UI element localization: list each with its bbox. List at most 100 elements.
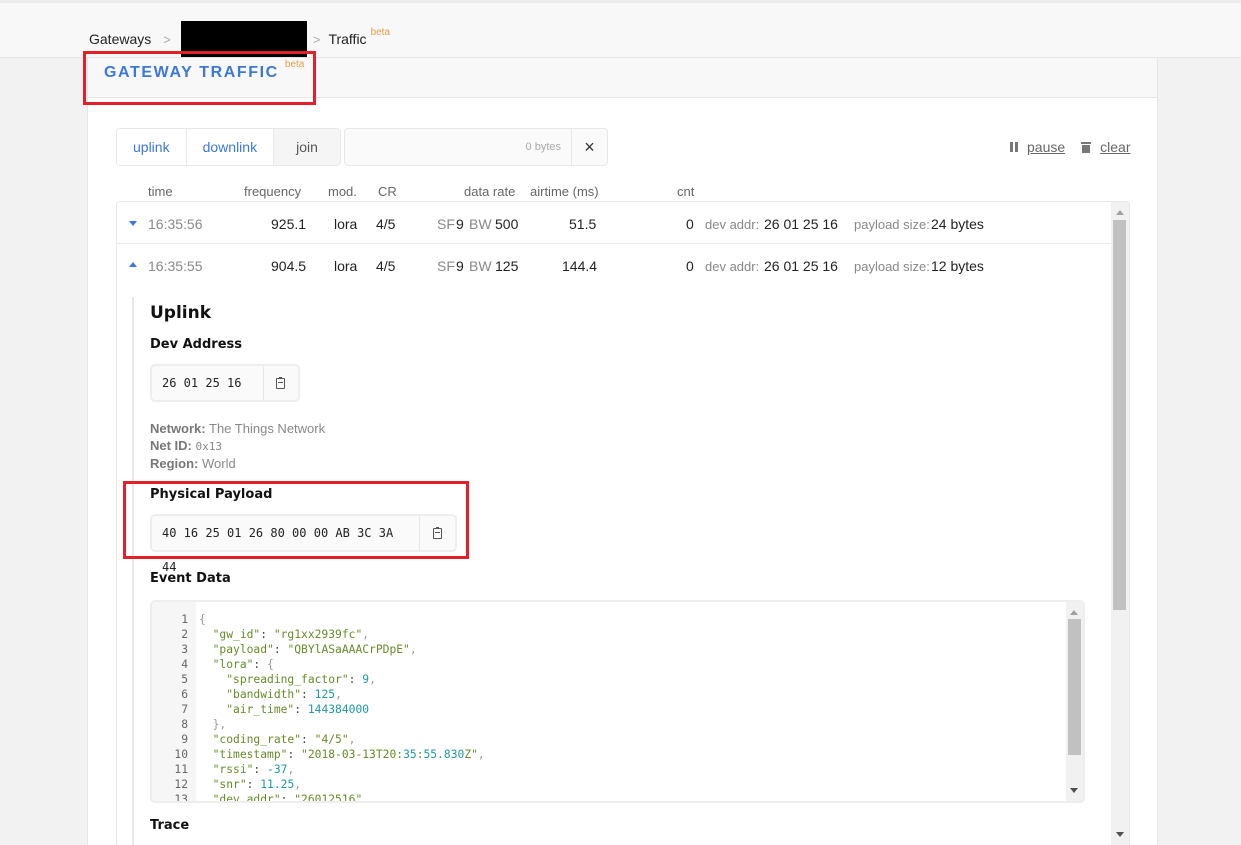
uplink-detail: Uplink Dev Address 26 01 25 16 Network: … — [132, 297, 1112, 845]
line-content: "timestamp": "2018-03-13T20:35:55.830Z", — [212, 748, 485, 761]
line-content: "air_time": 144384000 — [226, 703, 370, 716]
row-time: 16:35:56 — [148, 216, 203, 232]
traffic-row[interactable]: 16:35:56 925.1 lora 4/5 SF 9 BW 500 51.5… — [117, 202, 1113, 244]
trace-heading: Trace — [150, 818, 190, 833]
row-frequency: 925.1 — [271, 216, 307, 232]
beta-badge: beta — [370, 27, 391, 38]
code-line: 2 "gw_id": "rg1xx2939fc", — [152, 627, 485, 642]
chevron-right-icon: > — [312, 31, 321, 47]
row-airtime: 144.4 — [562, 258, 598, 274]
row-payload-size-label: payload size: — [854, 217, 930, 232]
line-number: 9 — [181, 733, 188, 746]
top-bar: Gateways > > Traffic beta — [0, 0, 1241, 58]
clear-button[interactable]: clear — [1081, 139, 1131, 155]
list-scrollbar[interactable] — [1111, 202, 1129, 845]
scroll-up-icon[interactable] — [1116, 210, 1124, 215]
scroll-down-icon[interactable] — [1116, 832, 1124, 837]
net-id-value: 0x13 — [195, 440, 223, 453]
filter-uplink-button[interactable]: uplink — [117, 129, 186, 165]
expand-arrow-icon[interactable] — [129, 221, 137, 226]
breadcrumb-gateways[interactable]: Gateways — [89, 31, 151, 47]
dev-address-value[interactable]: 26 01 25 16 — [152, 366, 263, 400]
scroll-down-icon[interactable] — [1070, 788, 1078, 793]
line-content: "rssi": -37, — [212, 763, 295, 776]
traffic-row-expanded[interactable]: 16:35:55 904.5 lora 4/5 SF 9 BW 125 144.… — [117, 244, 1113, 286]
line-content: "payload": "QBYlASaAAACrPDpE", — [212, 643, 417, 656]
clipboard-icon — [276, 376, 286, 389]
row-cr: 4/5 — [376, 216, 396, 232]
net-id-info: Net ID: 0x13 — [150, 438, 222, 453]
editor-scrollbar[interactable] — [1066, 602, 1083, 801]
code-line: 6 "bandwidth": 125, — [152, 687, 485, 702]
breadcrumb-traffic-label: Traffic — [328, 31, 367, 47]
row-time: 16:35:55 — [148, 258, 203, 274]
row-dev-addr: 26 01 25 16 — [764, 216, 838, 232]
row-dev-addr-label: dev addr: — [705, 259, 760, 274]
row-sf-label: SF — [437, 258, 455, 274]
row-cnt: 0 — [686, 258, 694, 274]
line-content: { — [199, 613, 206, 626]
column-header-mod: mod. — [328, 184, 357, 199]
network-info: Network: The Things Network — [150, 421, 325, 436]
row-frequency: 904.5 — [271, 258, 307, 274]
line-content: "gw_id": "rg1xx2939fc", — [212, 628, 370, 641]
row-payload-size-label: payload size: — [854, 259, 930, 274]
code-line: 8 }, — [152, 717, 485, 732]
code-line: 5 "spreading_factor": 9, — [152, 672, 485, 687]
code-line: 9 "coding_rate": "4/5", — [152, 732, 485, 747]
line-number: 10 — [174, 748, 188, 761]
filter-join-button[interactable]: join — [273, 129, 340, 165]
code-line: 3 "payload": "QBYlASaAAACrPDpE", — [152, 642, 485, 657]
scroll-thumb[interactable] — [1068, 619, 1081, 755]
event-data-code: 1{2 "gw_id": "rg1xx2939fc", 3 "payload": … — [152, 612, 485, 801]
row-bw: 500 — [495, 216, 519, 232]
network-value: The Things Network — [209, 421, 326, 436]
code-line: 1{ — [152, 612, 485, 627]
breadcrumb-traffic: Traffic beta — [328, 27, 390, 47]
column-header-airtime: airtime (ms) — [530, 184, 599, 199]
detail-title: Uplink — [150, 303, 212, 323]
line-content: "bandwidth": 125, — [226, 688, 342, 701]
column-header-frequency: frequency — [244, 184, 302, 199]
payload-filter-box: × — [344, 128, 608, 166]
dev-address-heading: Dev Address — [150, 337, 242, 352]
chevron-right-icon: > — [163, 31, 171, 47]
line-number: 7 — [181, 703, 188, 716]
clear-filter-button[interactable]: × — [571, 129, 607, 165]
pause-icon — [1010, 142, 1018, 152]
pause-label: pause — [1027, 139, 1066, 155]
network-label: Network: — [150, 421, 206, 436]
row-sf: 9 — [456, 258, 464, 274]
pause-button[interactable]: pause — [1010, 139, 1065, 155]
line-number: 12 — [174, 778, 188, 791]
code-line: 4 "lora": { — [152, 657, 485, 672]
row-bw: 125 — [495, 258, 519, 274]
code-line: 7 "air_time": 144384000 — [152, 702, 485, 717]
line-content: "snr": 11.25, — [212, 778, 302, 791]
row-cr: 4/5 — [376, 258, 396, 274]
row-payload-size: 24 bytes — [931, 216, 984, 232]
line-number: 5 — [181, 673, 188, 686]
payload-filter-input[interactable] — [345, 129, 571, 165]
column-header-cr: CR — [378, 184, 397, 199]
collapse-arrow-icon[interactable] — [129, 262, 137, 267]
line-number: 3 — [181, 643, 188, 656]
dev-address-field: 26 01 25 16 — [150, 364, 300, 402]
line-content: "spreading_factor": 9, — [226, 673, 376, 686]
net-id-label: Net ID: — [150, 438, 192, 453]
annotation-highlight-title — [83, 51, 316, 105]
copy-dev-address-button[interactable] — [262, 366, 298, 400]
scroll-thumb[interactable] — [1113, 220, 1126, 610]
scroll-up-icon[interactable] — [1070, 610, 1078, 615]
line-number: 2 — [181, 628, 188, 641]
row-sf: 9 — [456, 216, 464, 232]
column-header-data-rate: data rate — [464, 184, 516, 199]
filter-downlink-button[interactable]: downlink — [185, 129, 274, 165]
row-sf-label: SF — [437, 216, 455, 232]
row-mod: lora — [334, 216, 358, 232]
line-number: 6 — [181, 688, 188, 701]
code-line: 13 "dev_addr": "26012516" — [152, 792, 485, 801]
event-data-editor[interactable]: 1{2 "gw_id": "rg1xx2939fc", 3 "payload": … — [150, 600, 1085, 803]
row-dev-addr: 26 01 25 16 — [764, 258, 838, 274]
line-number: 4 — [181, 658, 188, 671]
